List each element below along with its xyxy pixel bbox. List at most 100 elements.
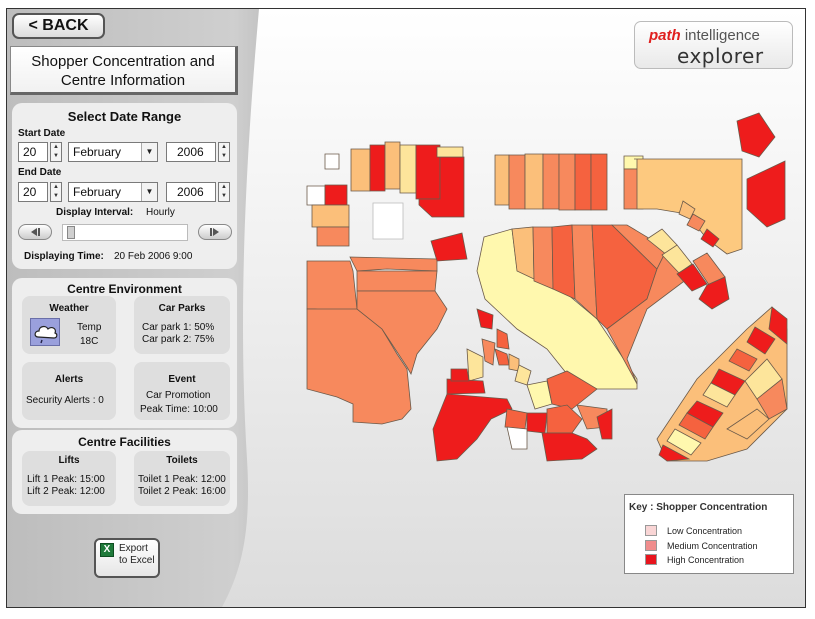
temp-label: Temp bbox=[77, 322, 102, 333]
event-peak-time: Peak Time: 10:00 bbox=[140, 404, 218, 415]
chevron-down-icon[interactable]: ▼ bbox=[141, 183, 157, 201]
slider-next-button[interactable] bbox=[198, 224, 232, 240]
store-units[interactable] bbox=[306, 112, 788, 462]
end-year-spinner[interactable]: ▲ ▼ bbox=[218, 182, 230, 202]
store-unit[interactable] bbox=[590, 153, 608, 211]
car-parks-title: Car Parks bbox=[158, 303, 206, 314]
excel-icon: X bbox=[100, 543, 114, 557]
back-button[interactable]: < BACK bbox=[12, 13, 105, 39]
medium-label: Medium Concentration bbox=[667, 541, 758, 551]
logo-brand-bold: path bbox=[649, 27, 681, 44]
toilets-box: Toilets Toilet 1 Peak: 12:00 Toilet 2 Pe… bbox=[134, 451, 230, 506]
store-unit[interactable] bbox=[526, 412, 548, 434]
store-unit[interactable] bbox=[494, 154, 510, 206]
displaying-time-label: Displaying Time: bbox=[24, 251, 104, 262]
car-parks-box: Car Parks Car park 1: 50% Car park 2: 75… bbox=[134, 296, 230, 354]
store-unit[interactable] bbox=[558, 153, 576, 211]
key-title: Key : Shopper Concentration bbox=[629, 502, 768, 513]
step-back-icon bbox=[31, 228, 40, 236]
slider-thumb[interactable] bbox=[67, 226, 75, 239]
weather-title: Weather bbox=[49, 303, 89, 314]
page-title: Shopper Concentration and Centre Informa… bbox=[10, 46, 238, 95]
toilet-1-peak: Toilet 1 Peak: 12:00 bbox=[138, 474, 226, 485]
store-unit[interactable] bbox=[369, 144, 386, 192]
store-unit[interactable] bbox=[350, 148, 371, 192]
store-unit[interactable] bbox=[542, 153, 560, 210]
end-month-value: February bbox=[73, 185, 122, 199]
security-alerts: Security Alerts : 0 bbox=[26, 395, 104, 406]
event-box: Event Car Promotion Peak Time: 10:00 bbox=[134, 362, 230, 420]
display-interval-label: Display Interval: bbox=[56, 207, 134, 218]
car-park-1: Car park 1: 50% bbox=[142, 322, 215, 333]
sidebar: < BACK Shopper Concentration and Centre … bbox=[7, 9, 259, 607]
logo-brand-rest: intelligence bbox=[680, 27, 760, 44]
store-unit[interactable] bbox=[306, 185, 326, 206]
end-year-field[interactable]: 2006 bbox=[166, 182, 216, 202]
start-year-field[interactable]: 2006 bbox=[166, 142, 216, 162]
store-unit[interactable] bbox=[524, 153, 544, 210]
store-unit[interactable] bbox=[399, 144, 417, 194]
lift-1-peak: Lift 1 Peak: 15:00 bbox=[27, 474, 105, 485]
logo-product: explorer bbox=[677, 44, 764, 68]
app-window: < BACK Shopper Concentration and Centre … bbox=[6, 8, 806, 608]
alerts-title: Alerts bbox=[54, 374, 84, 385]
store-unit[interactable] bbox=[356, 270, 438, 292]
store-unit[interactable] bbox=[324, 184, 348, 206]
store-unit[interactable] bbox=[415, 144, 441, 200]
logo-brand: path intelligence bbox=[649, 27, 760, 44]
low-swatch bbox=[645, 525, 657, 536]
centre-environment-title: Centre Environment bbox=[67, 282, 182, 296]
end-day-spinner[interactable]: ▲ ▼ bbox=[50, 182, 62, 202]
display-interval-value: Hourly bbox=[146, 207, 175, 218]
export-to-excel-button[interactable]: X Export to Excel bbox=[94, 538, 160, 578]
end-month-select[interactable]: February ▼ bbox=[68, 182, 158, 202]
start-year-spinner[interactable]: ▲ ▼ bbox=[218, 142, 230, 162]
store-unit[interactable] bbox=[311, 204, 350, 228]
page-title-line2: Centre Information bbox=[60, 72, 186, 89]
low-label: Low Concentration bbox=[667, 526, 743, 536]
centre-environment-panel: Centre Environment Weather Temp 18C Car … bbox=[12, 278, 237, 428]
time-slider[interactable] bbox=[62, 224, 188, 241]
store-unit[interactable] bbox=[306, 260, 358, 315]
store-unit[interactable] bbox=[372, 202, 404, 240]
alerts-box: Alerts Security Alerts : 0 bbox=[22, 362, 116, 420]
end-date-label: End Date bbox=[18, 167, 62, 178]
export-label-line2: to Excel bbox=[119, 555, 155, 566]
centre-facilities-panel: Centre Facilities Lifts Lift 1 Peak: 15:… bbox=[12, 430, 237, 514]
export-label-line1: Export bbox=[119, 543, 148, 554]
export-label: Export to Excel bbox=[119, 543, 155, 567]
store-unit[interactable] bbox=[450, 368, 470, 382]
date-range-title: Select Date Range bbox=[67, 109, 182, 124]
centre-facilities-title: Centre Facilities bbox=[78, 435, 171, 449]
toilet-2-peak: Toilet 2 Peak: 16:00 bbox=[138, 486, 226, 497]
store-unit[interactable] bbox=[504, 408, 528, 430]
event-name: Car Promotion bbox=[146, 390, 211, 401]
chevron-down-icon[interactable]: ▼ bbox=[141, 143, 157, 161]
start-day-spinner[interactable]: ▲ ▼ bbox=[50, 142, 62, 162]
end-day-field[interactable]: 20 bbox=[18, 182, 48, 202]
high-swatch bbox=[645, 554, 657, 565]
lift-2-peak: Lift 2 Peak: 12:00 bbox=[27, 486, 105, 497]
slider-prev-button[interactable] bbox=[18, 224, 52, 240]
weather-box: Weather Temp 18C bbox=[22, 296, 116, 354]
store-unit[interactable] bbox=[324, 153, 340, 170]
store-unit[interactable] bbox=[349, 256, 438, 272]
temp-value: 18C bbox=[80, 336, 99, 347]
high-label: High Concentration bbox=[667, 555, 745, 565]
displaying-time-value: 20 Feb 2006 9:00 bbox=[114, 251, 193, 262]
page-title-line1: Shopper Concentration and bbox=[31, 53, 215, 70]
store-unit[interactable] bbox=[508, 154, 526, 210]
start-day-field[interactable]: 20 bbox=[18, 142, 48, 162]
start-month-select[interactable]: February ▼ bbox=[68, 142, 158, 162]
rain-cloud-icon bbox=[30, 318, 60, 346]
store-unit[interactable] bbox=[316, 226, 350, 247]
toilets-title: Toilets bbox=[166, 455, 198, 466]
concentration-key: Key : Shopper Concentration Low Concentr… bbox=[624, 494, 794, 574]
store-unit[interactable] bbox=[574, 153, 592, 211]
start-date-label: Start Date bbox=[18, 128, 66, 139]
store-unit[interactable] bbox=[436, 146, 464, 158]
store-unit[interactable] bbox=[532, 226, 554, 290]
store-unit[interactable] bbox=[551, 224, 576, 300]
store-unit[interactable] bbox=[384, 141, 401, 190]
car-park-2: Car park 2: 75% bbox=[142, 334, 215, 345]
